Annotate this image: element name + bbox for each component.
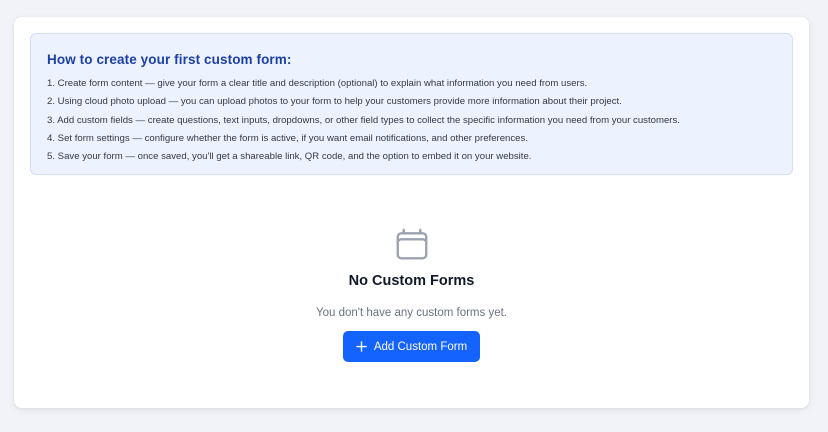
plus-icon (356, 341, 367, 352)
how-to-step: 5. Save your form — once saved, you'll g… (47, 151, 532, 163)
add-custom-form-label: Add Custom Form (373, 340, 468, 353)
custom-forms-card: How to create your first custom form: 1.… (14, 17, 809, 408)
empty-state-title: No Custom Forms (348, 273, 475, 289)
empty-state-subtitle: You don't have any custom forms yet. (316, 307, 507, 319)
how-to-step: 3. Add custom fields — create questions,… (47, 114, 680, 126)
how-to-step: 1. Create form content — give your form … (47, 78, 588, 89)
how-to-title: How to create your first custom form: (47, 52, 292, 67)
how-to-step: 2. Using cloud photo upload — you can up… (47, 96, 622, 108)
how-to-panel: How to create your first custom form: 1.… (30, 33, 793, 175)
calendar-icon (396, 228, 427, 260)
how-to-step: 4. Set form settings — configure whether… (47, 132, 528, 144)
add-custom-form-button[interactable]: Add Custom Form (343, 331, 480, 362)
empty-state: No Custom Forms You don't have any custo… (14, 225, 809, 362)
how-to-steps: 1. Create form content — give your form … (47, 75, 776, 166)
